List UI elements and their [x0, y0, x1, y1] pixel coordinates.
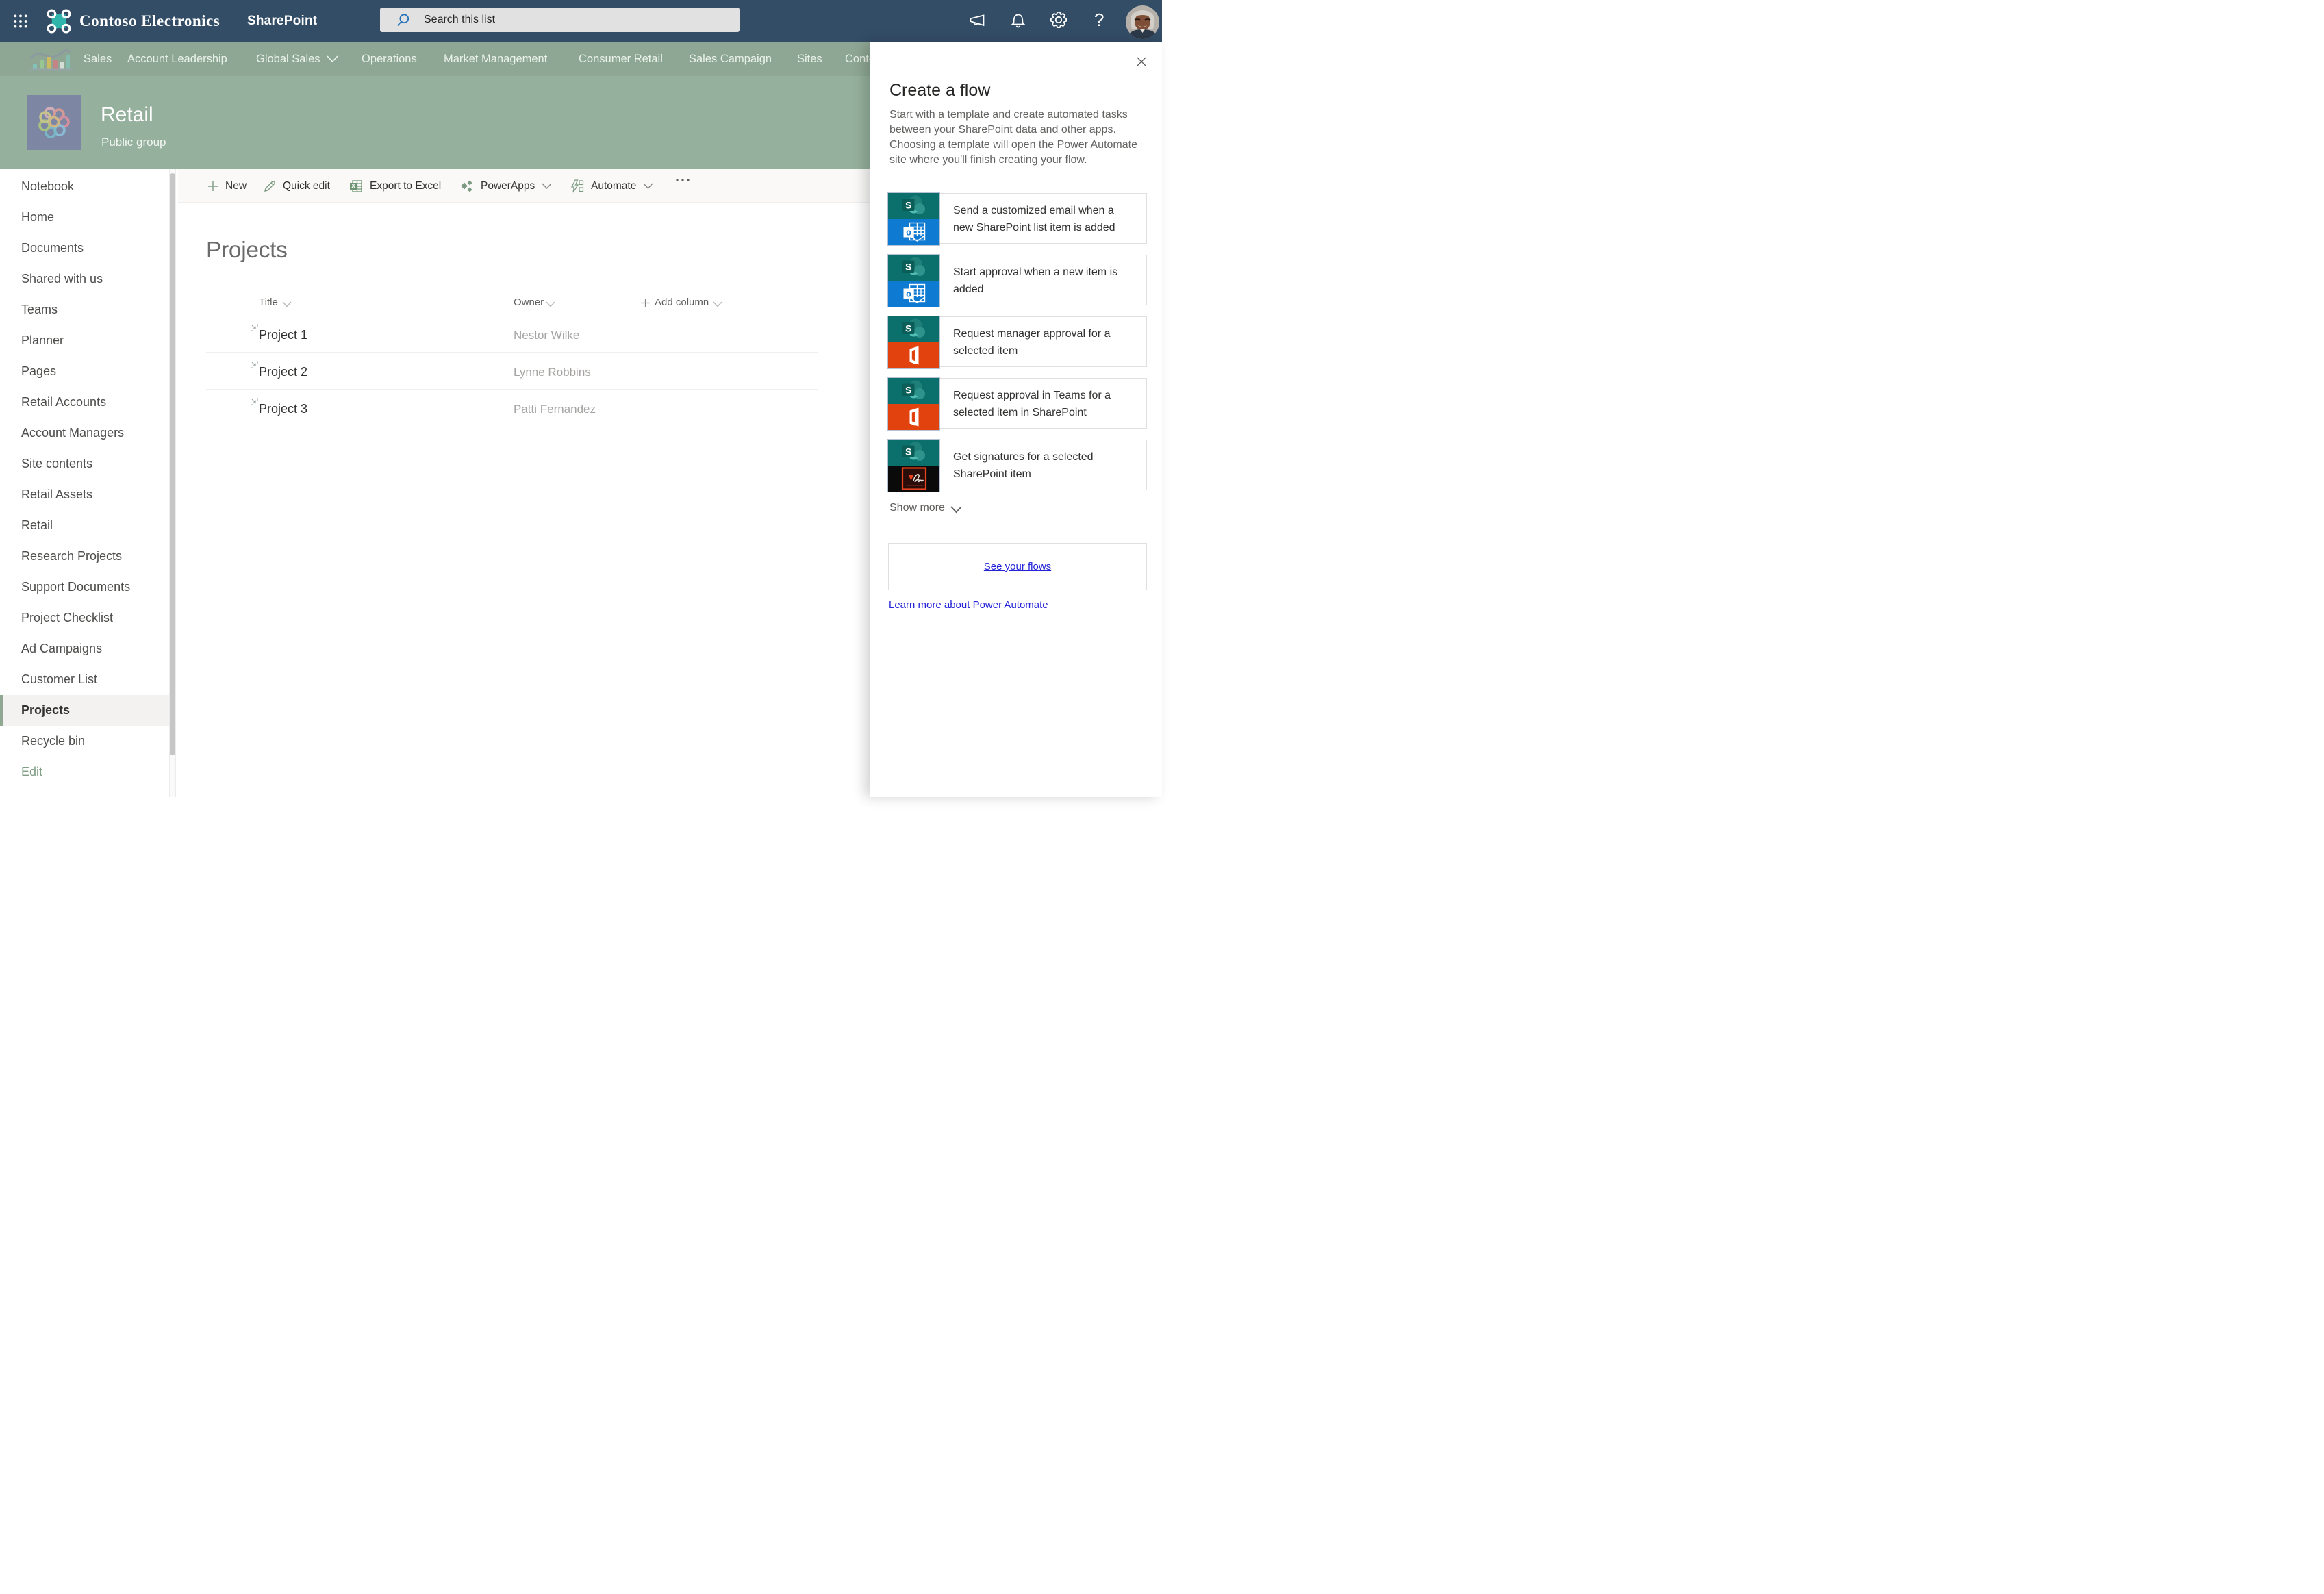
svg-text:S: S [905, 385, 911, 396]
svg-text:S: S [905, 323, 911, 334]
svg-text:S: S [905, 262, 911, 273]
svg-text:o: o [906, 228, 911, 238]
svg-text:S: S [905, 200, 911, 211]
svg-text:X: X [351, 182, 355, 189]
svg-text:S: S [905, 446, 911, 457]
svg-text:o: o [906, 290, 911, 299]
